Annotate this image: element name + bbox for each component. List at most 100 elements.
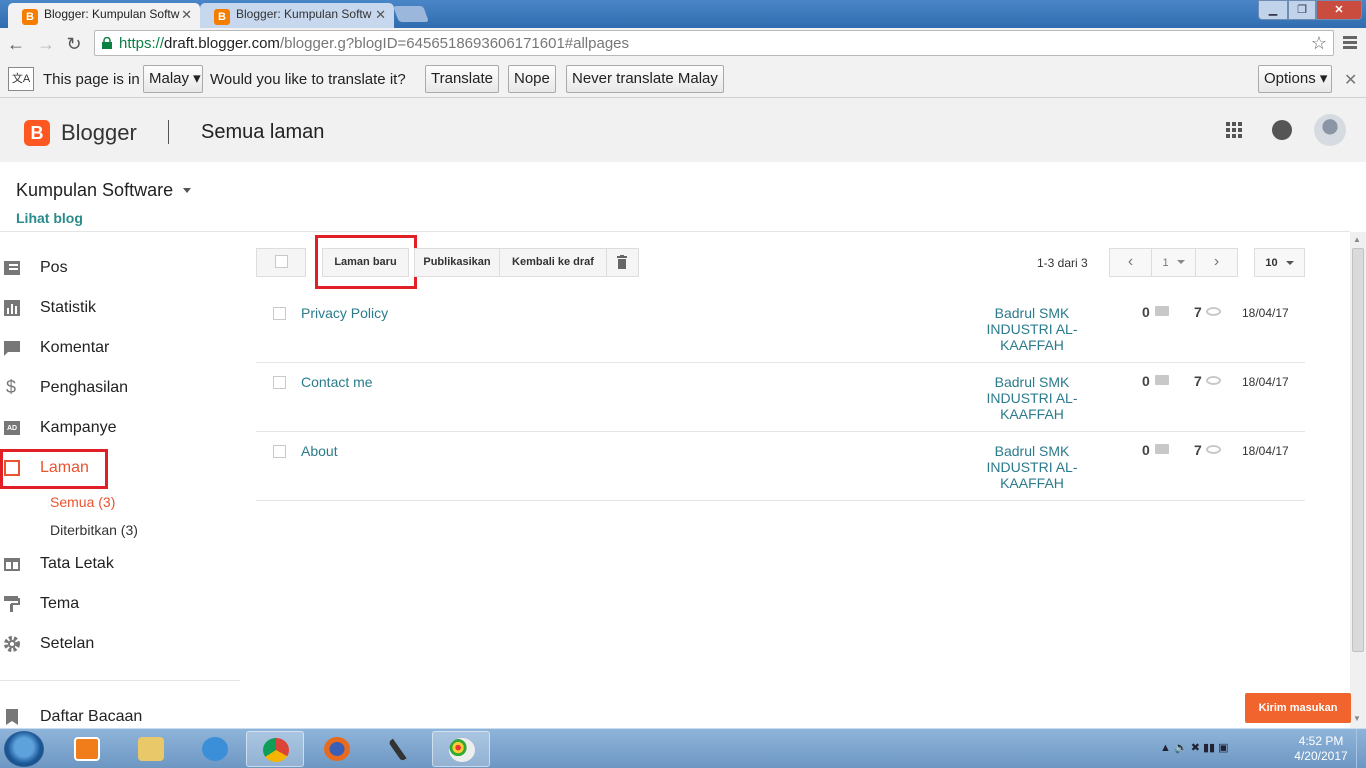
table-row: Contact me Badrul SMK INDUSTRI AL-KAAFFA…	[256, 363, 1305, 432]
sidebar-item-label: Tata Letak	[40, 555, 114, 572]
page-title-link[interactable]: Contact me	[301, 374, 373, 390]
eye-icon	[1206, 307, 1221, 316]
browser-toolbar: ← → ↻ https://draft.blogger.com/blogger.…	[0, 28, 1366, 60]
sidebar-item-setelan[interactable]: Setelan	[0, 624, 240, 664]
comment-icon	[1155, 375, 1169, 385]
sidebar-item-kampanye[interactable]: AD Kampanye	[0, 408, 240, 448]
ie-icon	[202, 737, 228, 761]
next-page-button[interactable]: ›	[1195, 248, 1238, 277]
page-title: Semua laman	[201, 121, 325, 143]
chevron-down-icon[interactable]	[183, 188, 191, 193]
blog-selector[interactable]: Kumpulan Software	[16, 180, 173, 201]
window-minimize-button[interactable]: ▁	[1258, 0, 1288, 20]
translate-button[interactable]: Translate	[425, 65, 499, 93]
sidebar-item-tema[interactable]: Tema	[0, 584, 240, 624]
apps-grid-icon[interactable]	[1226, 122, 1242, 138]
new-tab-button[interactable]	[393, 6, 429, 22]
publish-button[interactable]: Publikasikan	[414, 248, 500, 277]
prev-page-button[interactable]: ‹	[1109, 248, 1152, 277]
forward-arrow-icon[interactable]: →	[34, 32, 58, 56]
select-all-checkbox[interactable]	[256, 248, 306, 277]
author-link[interactable]: Badrul SMK INDUSTRI AL-KAAFFAH	[986, 443, 1078, 491]
taskbar-media-player[interactable]	[58, 731, 116, 767]
system-tray-icons[interactable]: ▲ 🔈 ✖ ▮▮ ▣	[1160, 741, 1229, 754]
view-blog-link[interactable]: Lihat blog	[16, 210, 83, 226]
blogger-logo-icon[interactable]: B	[24, 120, 50, 146]
browser-tab[interactable]: B Blogger: Kumpulan Softw ✕	[200, 3, 394, 28]
translate-question: Would you like to translate it?	[210, 71, 406, 88]
sidebar-item-penghasilan[interactable]: $ Penghasilan	[0, 368, 240, 408]
table-row: About Badrul SMK INDUSTRI AL-KAAFFAH 0 7…	[256, 432, 1305, 501]
sidebar-item-label: Komentar	[40, 339, 110, 356]
header-divider	[168, 120, 169, 144]
scroll-down-arrow-icon[interactable]: ▼	[1353, 714, 1361, 723]
sidebar-item-label: Pos	[40, 259, 68, 276]
url-text: https://draft.blogger.com/blogger.g?blog…	[119, 35, 630, 52]
dollar-icon: $	[6, 377, 17, 397]
page-title-link[interactable]: Privacy Policy	[301, 305, 388, 321]
table-row: Privacy Policy Badrul SMK INDUSTRI AL-KA…	[256, 294, 1305, 363]
taskbar-paint[interactable]	[432, 731, 490, 767]
posts-icon	[4, 261, 20, 275]
page-select[interactable]: 1	[1151, 248, 1196, 277]
per-page-select[interactable]: 10	[1254, 248, 1305, 277]
author-link[interactable]: Badrul SMK INDUSTRI AL-KAAFFAH	[986, 305, 1078, 353]
scrollbar-thumb[interactable]	[1352, 248, 1364, 652]
send-feedback-button[interactable]: Kirim masukan	[1245, 693, 1351, 723]
sidebar-item-komentar[interactable]: Komentar	[0, 328, 240, 368]
sidebar-item-tata-letak[interactable]: Tata Letak	[0, 544, 240, 584]
taskbar-recorder[interactable]	[370, 731, 428, 767]
chevron-down-icon	[1285, 261, 1294, 266]
scroll-up-arrow-icon[interactable]: ▲	[1353, 235, 1361, 244]
comment-icon	[4, 341, 20, 356]
tab-close-icon[interactable]: ✕	[181, 7, 192, 23]
highlight-box-laman	[0, 449, 108, 489]
avatar[interactable]	[1314, 114, 1346, 146]
window-maximize-button[interactable]: ❐	[1288, 0, 1316, 20]
taskbar-firefox[interactable]	[308, 731, 366, 767]
notifications-bell-icon[interactable]	[1272, 120, 1292, 140]
row-checkbox[interactable]	[273, 376, 286, 389]
sidebar-subitem-diterbitkan[interactable]: Diterbitkan (3)	[50, 522, 138, 538]
chrome-menu-icon[interactable]	[1340, 34, 1360, 54]
chevron-down-icon	[1176, 259, 1185, 264]
window-close-button[interactable]: ✕	[1316, 0, 1362, 20]
page-title-link[interactable]: About	[301, 443, 338, 459]
sidebar-item-label: Setelan	[40, 635, 95, 652]
sidebar-subitem-semua[interactable]: Semua (3)	[50, 494, 115, 510]
taskbar-chrome[interactable]	[246, 731, 304, 767]
infobar-close-icon[interactable]: ✕	[1344, 70, 1357, 90]
taskbar-explorer[interactable]	[122, 731, 180, 767]
row-checkbox[interactable]	[273, 307, 286, 320]
divider	[0, 231, 1350, 232]
comment-count: 0	[1142, 304, 1150, 320]
author-link[interactable]: Badrul SMK INDUSTRI AL-KAAFFAH	[986, 374, 1078, 422]
language-select[interactable]: Malay ▾	[143, 65, 203, 93]
page-scrollbar[interactable]: ▲ ▼	[1350, 232, 1366, 728]
address-bar[interactable]: https://draft.blogger.com/blogger.g?blog…	[94, 30, 1334, 56]
back-arrow-icon[interactable]: ←	[4, 32, 28, 56]
new-page-button[interactable]: Laman baru	[322, 248, 409, 277]
never-translate-button[interactable]: Never translate Malay	[566, 65, 724, 93]
nope-button[interactable]: Nope	[508, 65, 556, 93]
revert-to-draft-button[interactable]: Kembali ke draf	[499, 248, 607, 277]
eye-icon	[1206, 376, 1221, 385]
taskbar-clock[interactable]: 4:52 PM 4/20/2017	[1286, 734, 1356, 764]
page-date: 18/04/17	[1242, 375, 1289, 389]
view-count: 7	[1194, 373, 1202, 389]
taskbar-internet-explorer[interactable]	[186, 731, 244, 767]
sidebar-item-statistik[interactable]: Statistik	[0, 288, 240, 328]
show-desktop-button[interactable]	[1356, 729, 1366, 768]
blogger-favicon-icon: B	[22, 9, 38, 25]
tab-close-icon[interactable]: ✕	[375, 7, 386, 23]
sidebar-item-pos[interactable]: Pos	[0, 248, 240, 288]
bookmark-star-icon[interactable]: ☆	[1311, 33, 1327, 54]
browser-tab-active[interactable]: B Blogger: Kumpulan Softw ✕	[8, 3, 200, 28]
page-date: 18/04/17	[1242, 306, 1289, 320]
row-checkbox[interactable]	[273, 445, 286, 458]
translate-options-button[interactable]: Options ▾	[1258, 65, 1332, 93]
start-button[interactable]	[4, 731, 44, 767]
brand-name[interactable]: Blogger	[61, 120, 137, 146]
reload-icon[interactable]: ↻	[62, 32, 86, 56]
paint-roller-icon	[4, 596, 20, 612]
